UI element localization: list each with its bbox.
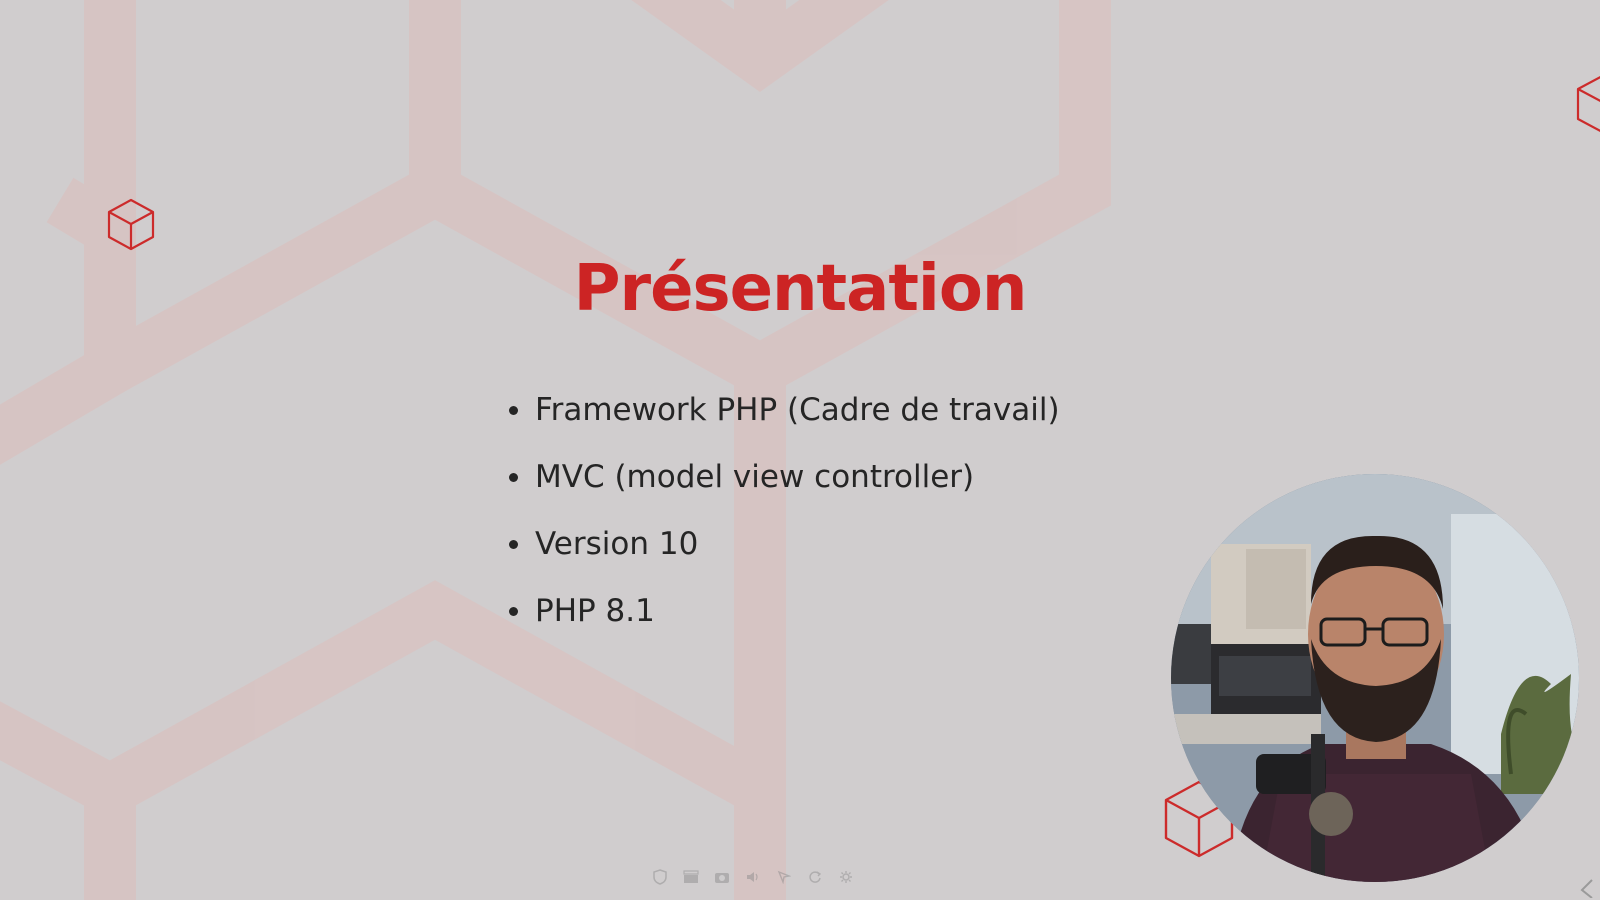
bullet-item: Version 10 — [505, 522, 1060, 589]
presentation-controls — [650, 866, 855, 888]
bullet-text: Version 10 — [535, 526, 699, 562]
webcam-feed — [1171, 474, 1579, 882]
bullet-text: PHP 8.1 — [535, 593, 655, 629]
clapperboard-icon[interactable] — [681, 868, 700, 887]
webcam-overlay — [1171, 474, 1579, 882]
bullet-dot — [509, 406, 518, 415]
bullet-list: Framework PHP (Cadre de travail) MVC (mo… — [505, 388, 1060, 656]
bullet-text: MVC (model view controller) — [535, 459, 975, 495]
shield-icon[interactable] — [650, 868, 669, 887]
speaker-icon[interactable] — [743, 868, 762, 887]
cube-icon — [107, 198, 155, 251]
bullet-text: Framework PHP (Cadre de travail) — [535, 392, 1060, 428]
bullet-item: Framework PHP (Cadre de travail) — [505, 388, 1060, 455]
slide-canvas: Présentation Framework PHP (Cadre de tra… — [0, 0, 1600, 900]
bullet-dot — [509, 607, 518, 616]
bullet-item: MVC (model view controller) — [505, 455, 1060, 522]
refresh-icon[interactable] — [805, 868, 824, 887]
pointer-icon[interactable] — [774, 868, 793, 887]
bullet-dot — [509, 473, 518, 482]
bullet-item: PHP 8.1 — [505, 589, 1060, 656]
camera-icon[interactable] — [712, 868, 731, 887]
chevron-left-icon[interactable] — [1574, 876, 1596, 898]
bullet-dot — [509, 540, 518, 549]
cube-icon — [1576, 75, 1600, 133]
settings-icon[interactable] — [836, 868, 855, 887]
slide-title: Présentation — [573, 252, 1028, 326]
